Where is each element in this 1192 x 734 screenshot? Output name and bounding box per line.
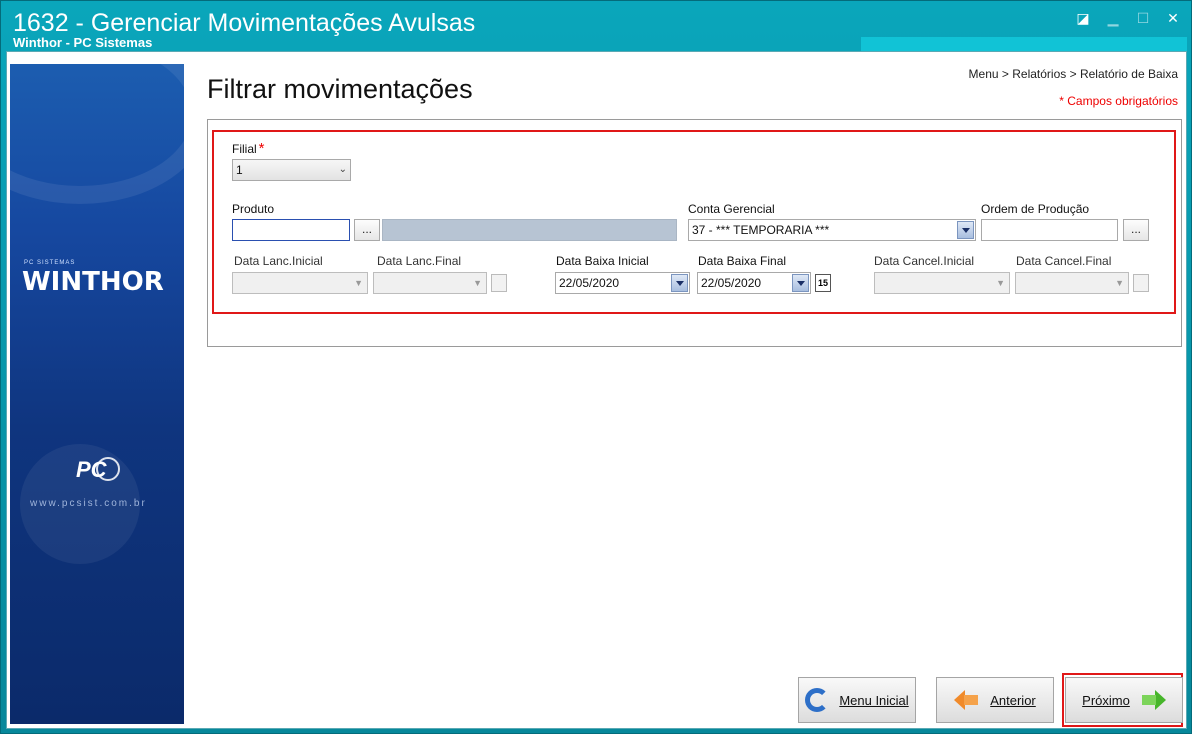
window-title: 1632 - Gerenciar Movimentações Avulsas — [13, 9, 476, 37]
title-accent-strip — [861, 37, 1187, 51]
filial-value: 1 — [236, 163, 243, 177]
window-subtitle: Winthor - PC Sistemas — [13, 35, 153, 50]
chevron-down-icon: ▼ — [473, 278, 482, 288]
brand-small-text: PC SISTEMAS — [24, 260, 76, 266]
data-lanc-inicial-label: Data Lanc.Inicial — [234, 254, 323, 268]
dropdown-arrow-icon[interactable] — [671, 274, 688, 292]
produto-description-field — [382, 219, 677, 241]
restore-icon[interactable]: ◪ — [1075, 10, 1091, 26]
data-lanc-inicial-field: ▼ — [232, 272, 368, 294]
anterior-label: Anterior — [990, 692, 1036, 708]
decorative-swirl — [10, 64, 184, 204]
data-cancel-inicial-field: ▼ — [874, 272, 1010, 294]
app-window: 1632 - Gerenciar Movimentações Avulsas W… — [0, 0, 1192, 734]
winthor-logo: WINTHOR — [22, 267, 164, 297]
calendar-icon — [1133, 274, 1149, 292]
menu-inicial-label: Menu Inicial — [839, 692, 909, 708]
filter-panel: Filial * 1 ⌄ Produto ... Conta Gerencial … — [207, 119, 1182, 347]
dropdown-arrow-icon[interactable] — [957, 221, 974, 239]
data-cancel-final-label: Data Cancel.Final — [1016, 254, 1112, 268]
close-icon[interactable]: ✕ — [1165, 10, 1181, 26]
chevron-down-icon: ⌄ — [338, 164, 347, 175]
breadcrumb: Menu > Relatórios > Relatório de Baixa — [968, 67, 1178, 81]
produto-label: Produto — [232, 202, 275, 216]
chevron-down-icon: ▼ — [354, 278, 363, 288]
arrow-right-icon — [1140, 690, 1166, 710]
data-lanc-final-label: Data Lanc.Final — [377, 254, 462, 268]
conta-gerencial-value: 37 - *** TEMPORARIA *** — [692, 223, 830, 237]
dropdown-arrow-icon[interactable] — [792, 274, 809, 292]
maximize-icon[interactable]: ☐ — [1135, 10, 1151, 26]
required-star-icon: * — [258, 140, 265, 157]
data-baixa-final-label: Data Baixa Final — [698, 254, 787, 268]
data-baixa-final-value: 22/05/2020 — [701, 276, 762, 290]
ordem-producao-lookup-button[interactable]: ... — [1123, 219, 1149, 241]
menu-inicial-button[interactable]: Menu Inicial — [798, 677, 916, 723]
anterior-button[interactable]: Anterior — [936, 677, 1054, 723]
arrow-left-icon — [954, 690, 980, 710]
proximo-label: Próximo — [1082, 692, 1130, 708]
conta-gerencial-label: Conta Gerencial — [688, 202, 775, 216]
ordem-producao-input[interactable] — [981, 219, 1118, 241]
window-controls: ◪ ▁ ☐ ✕ — [1075, 10, 1181, 26]
produto-input[interactable] — [232, 219, 350, 241]
filial-select[interactable]: 1 ⌄ — [232, 159, 351, 181]
sidebar-banner: PC SISTEMAS WINTHOR PC www.pcsist.com.br — [10, 64, 184, 724]
refresh-icon — [805, 688, 830, 712]
produto-lookup-button[interactable]: ... — [354, 219, 380, 241]
data-baixa-final-field[interactable]: 22/05/2020 — [697, 272, 811, 294]
pc-logo-ring-icon — [96, 457, 120, 481]
data-baixa-inicial-value: 22/05/2020 — [559, 276, 620, 290]
calendar-icon — [491, 274, 507, 292]
client-area: PC SISTEMAS WINTHOR PC www.pcsist.com.br… — [6, 51, 1187, 729]
data-lanc-final-field: ▼ — [373, 272, 487, 294]
filial-label: Filial * — [232, 140, 265, 157]
chevron-down-icon: ▼ — [996, 278, 1005, 288]
page-title: Filtrar movimentações — [207, 74, 473, 104]
filial-label-text: Filial — [232, 142, 257, 156]
ordem-producao-label: Ordem de Produção — [981, 202, 1090, 216]
calendar-icon[interactable]: 15 — [815, 274, 831, 292]
minimize-icon[interactable]: ▁ — [1105, 10, 1121, 26]
proximo-button[interactable]: Próximo — [1065, 677, 1183, 723]
required-fields-note: * Campos obrigatórios — [1059, 94, 1178, 108]
data-cancel-final-field: ▼ — [1015, 272, 1129, 294]
data-baixa-inicial-field[interactable]: 22/05/2020 — [555, 272, 690, 294]
conta-gerencial-select[interactable]: 37 - *** TEMPORARIA *** — [688, 219, 976, 241]
chevron-down-icon: ▼ — [1115, 278, 1124, 288]
data-cancel-inicial-label: Data Cancel.Inicial — [874, 254, 975, 268]
data-baixa-inicial-label: Data Baixa Inicial — [556, 254, 649, 268]
website-url: www.pcsist.com.br — [30, 498, 147, 509]
